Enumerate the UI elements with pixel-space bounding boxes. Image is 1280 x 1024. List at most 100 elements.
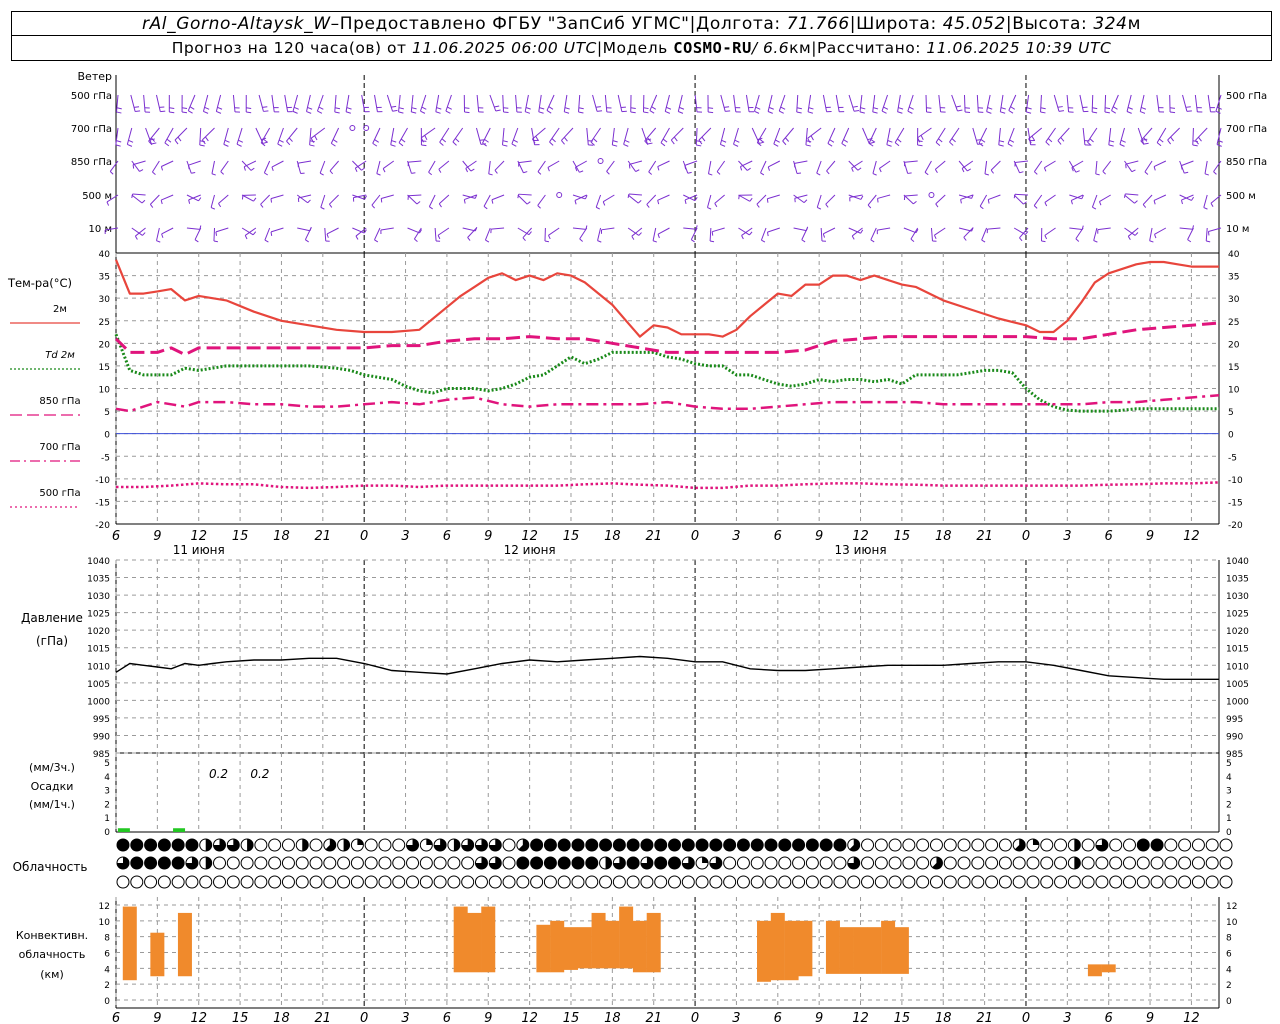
- wind-barb-feather: [484, 138, 489, 143]
- wind-barb-feather: [132, 164, 135, 169]
- cloud-fill: [343, 839, 350, 851]
- temp-tick-label: -20: [1228, 521, 1243, 531]
- cloud-symbol: [226, 875, 240, 889]
- cloud-symbol: [461, 856, 475, 870]
- wind-barb-feather: [441, 138, 447, 143]
- hour-tick-label: 0: [1022, 1011, 1030, 1024]
- wind-barb: [1025, 94, 1030, 112]
- cloud-symbol: [819, 875, 833, 889]
- wind-barb-feather: [1008, 110, 1014, 114]
- wind-barb: [595, 194, 602, 208]
- wind-barb: [1033, 194, 1043, 206]
- conv-title-2: облачность: [19, 948, 86, 961]
- cloud-symbol: [1191, 875, 1205, 889]
- wind-barb-feather: [548, 106, 554, 110]
- wind-barb-feather: [843, 139, 849, 143]
- wind-barb-feather: [1131, 169, 1136, 173]
- cloud-symbol: [764, 856, 778, 870]
- temp-tick-label: 10: [1228, 386, 1240, 396]
- wind-barb-feather: [784, 137, 790, 142]
- precip-tick-label: 4: [104, 773, 110, 783]
- cloud-symbol: [695, 838, 709, 852]
- conv-bar: [839, 927, 854, 974]
- wind-barb-feather: [547, 167, 550, 172]
- hour-tick-label: 0: [691, 1011, 699, 1024]
- wind-barb-feather: [627, 193, 630, 198]
- cloud-symbol: [378, 875, 392, 889]
- wind-barb: [1187, 227, 1194, 240]
- cloud-symbol: [1219, 856, 1233, 870]
- cloud-symbol: [668, 875, 681, 889]
- cloud-symbol: [1150, 875, 1164, 889]
- wind-barb-feather: [307, 199, 311, 204]
- wind-barb-feather: [246, 107, 252, 109]
- wind-barb-feather: [564, 111, 570, 114]
- wind-barb-feather: [204, 136, 209, 142]
- hour-tick-label: 0: [1022, 529, 1030, 544]
- wind-barb-feather: [1210, 203, 1214, 207]
- cloud-symbol: [447, 856, 461, 870]
- cloud-symbol: [571, 838, 585, 852]
- wind-barb-feather: [106, 201, 110, 206]
- temp-legend-label: Td 2м: [45, 350, 75, 361]
- wind-barb-feather: [262, 138, 268, 143]
- cloud-symbol: [171, 875, 185, 889]
- calm-marker: [928, 192, 935, 198]
- wind-barb-feather: [1169, 107, 1176, 109]
- wind-barb: [1066, 94, 1070, 112]
- conv-bar: [550, 920, 565, 973]
- wind-barb-feather: [485, 239, 490, 243]
- cloud-symbol: [599, 875, 613, 889]
- wind-barb: [483, 194, 491, 207]
- cloud-fill: [1074, 839, 1081, 851]
- pressure-tick-label: 990: [93, 732, 110, 742]
- wind-barb: [549, 127, 560, 143]
- wind-barb-feather: [881, 110, 887, 114]
- wind-barb: [1153, 194, 1167, 201]
- conv-bar: [853, 927, 868, 974]
- wind-barb-feather: [127, 143, 133, 147]
- wind-barb: [488, 160, 491, 174]
- wind-barb: [910, 227, 919, 240]
- cloud-symbol: [116, 838, 130, 852]
- conv-tick-label: 8: [104, 934, 110, 944]
- wind-barb-feather: [548, 235, 551, 240]
- wind-barb-feather: [807, 111, 814, 114]
- wind-barb: [1149, 227, 1153, 241]
- cloud-symbol: [295, 875, 309, 889]
- cloud-symbol: [585, 856, 599, 870]
- hour-tick-label: 3: [732, 529, 740, 544]
- wind-barb-feather: [951, 138, 956, 143]
- wind-barb-feather: [592, 138, 598, 143]
- wind-barb-feather: [870, 139, 876, 143]
- wind-barb: [538, 94, 542, 112]
- wind-barb: [904, 160, 918, 163]
- wind-barb-feather: [878, 168, 882, 173]
- cloud-fill: [605, 857, 612, 869]
- wind-barb: [984, 160, 988, 174]
- wind-barb: [979, 194, 988, 207]
- wind-barb: [720, 94, 726, 112]
- cloud-symbol: [447, 875, 461, 889]
- cloud-symbol: [557, 838, 571, 852]
- wind-barb: [329, 160, 339, 172]
- wind-barb-feather: [987, 199, 990, 204]
- wind-barb: [949, 127, 960, 143]
- temp-tick-label: -15: [95, 498, 110, 508]
- hour-tick-label: 21: [976, 1011, 993, 1024]
- wind-barb: [271, 160, 284, 168]
- temp-tick-label: 5: [104, 408, 110, 418]
- wind-barb-feather: [630, 111, 636, 114]
- wind-barb-feather: [463, 199, 466, 204]
- cloud-symbol: [1081, 875, 1095, 889]
- wind-barb-feather: [1089, 138, 1094, 143]
- wind-barb: [1126, 94, 1132, 112]
- cloud-symbol: [268, 838, 282, 852]
- precip-tick-label: 5: [1226, 759, 1232, 769]
- cloud-symbol: [681, 838, 695, 852]
- wind-barb: [260, 194, 271, 205]
- wind-barb: [904, 194, 918, 197]
- hour-tick-label: 15: [894, 529, 911, 544]
- wind-barb-feather: [766, 198, 769, 203]
- wind-barb: [760, 227, 767, 241]
